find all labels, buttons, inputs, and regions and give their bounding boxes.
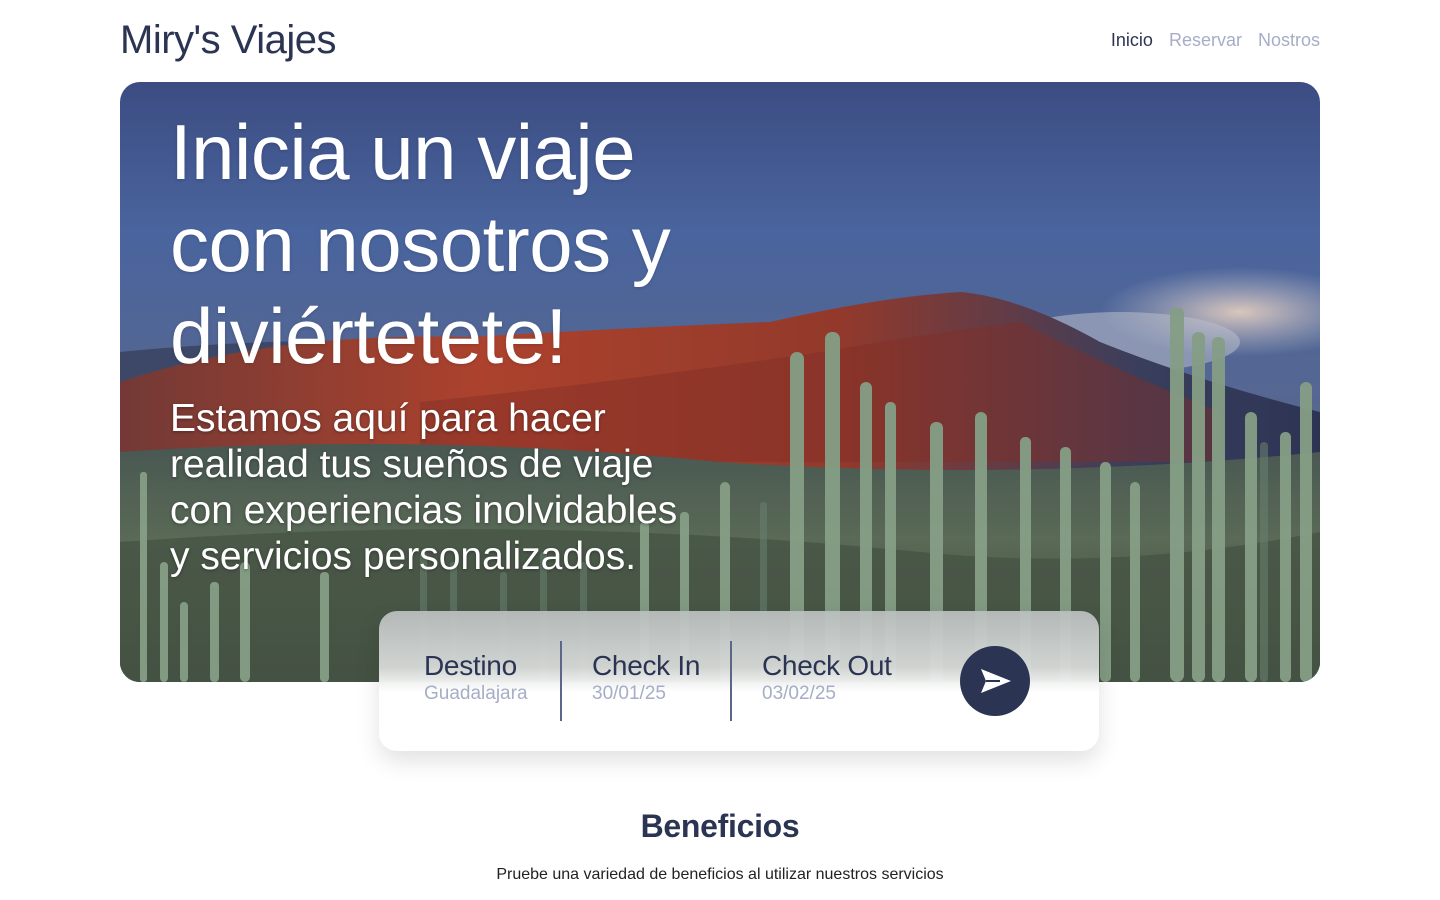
field-divider [560, 641, 562, 721]
hero-subtitle-line: realidad tus sueños de viaje [170, 443, 654, 486]
benefits-subtitle: Pruebe una variedad de beneficios al uti… [496, 866, 944, 883]
nav-reservar[interactable]: Reservar [1169, 30, 1242, 51]
nav-inicio[interactable]: Inicio [1111, 30, 1153, 51]
hero-subtitle-line: con experiencias inolvidables [170, 489, 678, 532]
destino-label: Destino [424, 650, 517, 681]
send-icon [981, 669, 1011, 693]
field-divider [730, 641, 732, 721]
hero-title: Inicia un viaje con nosotros y diviértet… [170, 106, 790, 382]
nav-nosotros[interactable]: Nostros [1258, 30, 1320, 51]
check-out-label: Check Out [762, 650, 892, 681]
destino-field[interactable]: Destino Guadalajara [424, 649, 528, 705]
hero-subtitle-line: y servicios personalizados. [170, 535, 637, 578]
check-in-field[interactable]: Check In 30/01/25 [592, 649, 700, 705]
check-out-field[interactable]: Check Out 03/02/25 [762, 649, 892, 705]
booking-form: Destino Guadalajara Check In 30/01/25 Ch… [379, 611, 1099, 751]
hero-title-line: diviértetete! [170, 292, 567, 380]
search-submit-button[interactable] [960, 646, 1030, 716]
site-logo[interactable]: Miry's Viajes [120, 18, 337, 63]
hero-subtitle-line: Estamos aquí para hacer [170, 397, 606, 440]
hero-subtitle: Estamos aquí para hacer realidad tus sue… [170, 396, 730, 580]
benefits-title: Beneficios [640, 808, 800, 844]
destino-value[interactable]: Guadalajara [424, 683, 528, 705]
check-out-value[interactable]: 03/02/25 [762, 683, 892, 705]
hero-title-line: Inicia un viaje [170, 108, 636, 196]
hero-banner: Inicia un viaje con nosotros y diviértet… [120, 82, 1320, 682]
check-in-label: Check In [592, 650, 701, 681]
main-nav: Inicio Reservar Nostros [1111, 30, 1320, 51]
check-in-value[interactable]: 30/01/25 [592, 683, 700, 705]
hero-title-line: con nosotros y [170, 200, 671, 288]
site-header: Miry's Viajes Inicio Reservar Nostros [120, 0, 1320, 82]
